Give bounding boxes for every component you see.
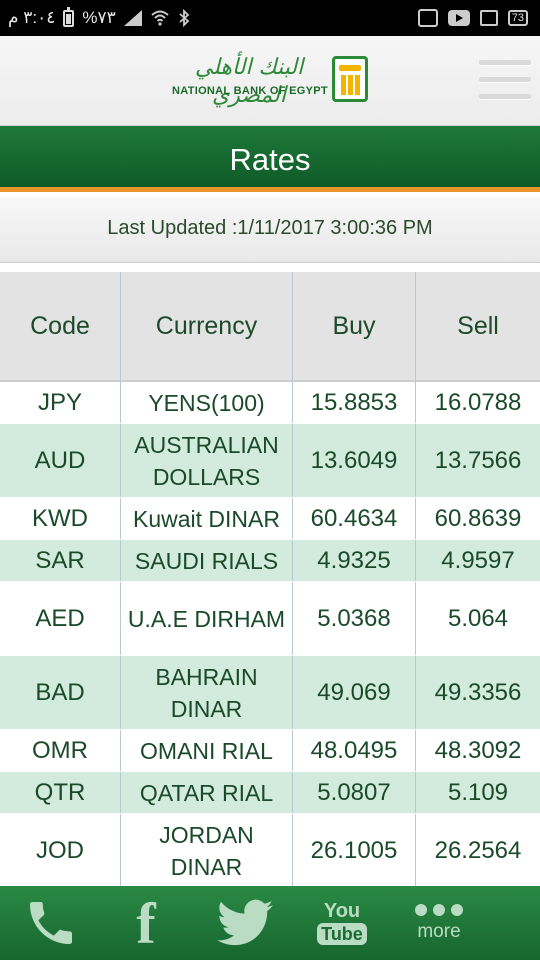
last-updated-text: Last Updated :1/11/2017 3:00:36 PM — [107, 217, 433, 239]
status-time: ٣:٠٤ م — [8, 8, 56, 27]
header-sell: Sell — [457, 311, 499, 340]
cell-code: AED — [0, 582, 121, 655]
status-battery-percent: %٧٣ — [82, 8, 116, 27]
battery-icon — [63, 6, 75, 27]
cell-currency: U.A.E DIRHAM — [121, 582, 293, 655]
header-buy: Buy — [293, 272, 416, 380]
cell-sell: 4.9597 — [441, 546, 515, 574]
menu-icon — [479, 60, 531, 65]
logo-english: NATIONAL BANK OF EGYPT — [172, 85, 328, 97]
cell-sell: 49.3356 — [434, 678, 522, 706]
page-title: Rates — [229, 142, 311, 177]
table-row: QTR QATAR RIAL 5.0807 5.109 — [0, 772, 540, 814]
cell-sell: 5.109 — [447, 778, 509, 806]
table-row: OMR OMANI RIAL 48.0495 48.3092 — [0, 730, 540, 772]
cell-currency: BAHRAIN DINAR — [121, 656, 293, 729]
youtube-tube-label: Tube — [317, 923, 367, 945]
bank-logo: البنك الأهلي المصري NATIONAL BANK OF EGY… — [170, 54, 370, 110]
cell-buy: 5.0807 — [293, 772, 416, 813]
cell-sell: 26.2564 — [434, 836, 522, 864]
wifi-icon — [151, 10, 169, 26]
cell-code: KWD — [0, 498, 121, 539]
menu-button[interactable] — [479, 60, 531, 102]
cell-code: QTR — [0, 772, 121, 813]
cell-buy: 4.9325 — [293, 540, 416, 581]
cell-sell: 60.8639 — [434, 504, 522, 532]
table-row: JPY YENS(100) 15.8853 16.0788 — [0, 382, 540, 424]
table-row: BAD BAHRAIN DINAR 49.069 49.3356 — [0, 656, 540, 730]
cell-code: AUD — [0, 424, 121, 497]
status-right: 73 — [417, 6, 528, 30]
youtube-notification-icon — [447, 10, 470, 26]
cell-buy: 13.6049 — [293, 424, 416, 497]
facebook-button[interactable]: f — [118, 886, 174, 960]
cell-code: OMR — [0, 730, 121, 771]
status-left: ٣:٠٤ م %٧٣ — [8, 6, 190, 30]
cell-sell: 16.0788 — [434, 388, 522, 416]
table-row: JOD JORDAN DINAR 26.1005 26.2564 — [0, 814, 540, 888]
title-bar: Rates — [0, 126, 540, 192]
cell-buy: 49.069 — [293, 656, 416, 729]
cell-buy: 15.8853 — [293, 382, 416, 423]
app-notification-icon — [417, 9, 438, 27]
facebook-icon: f — [136, 890, 156, 956]
phone-button[interactable] — [16, 886, 86, 960]
status-bar: ٣:٠٤ م %٧٣ 73 — [0, 0, 540, 36]
cell-currency: OMANI RIAL — [121, 730, 293, 771]
cell-currency: AUSTRALIAN DOLLARS — [121, 424, 293, 497]
bluetooth-icon — [179, 9, 190, 27]
phone-icon — [30, 902, 72, 944]
twitter-button[interactable] — [210, 886, 280, 960]
bottom-nav: f You Tube more — [0, 886, 540, 960]
cell-buy: 60.4634 — [293, 498, 416, 539]
cell-buy: 26.1005 — [293, 814, 416, 887]
cell-currency: YENS(100) — [121, 382, 293, 423]
logo-mark — [332, 56, 368, 102]
table-row: SAR SAUDI RIALS 4.9325 4.9597 — [0, 540, 540, 582]
cell-sell: 48.3092 — [434, 736, 522, 764]
image-notification-icon — [479, 10, 498, 26]
table-row: AUD AUSTRALIAN DOLLARS 13.6049 13.7566 — [0, 424, 540, 498]
table-header: Code Currency Buy Sell — [0, 272, 540, 382]
cell-currency: JORDAN DINAR — [121, 814, 293, 887]
cell-code: JOD — [0, 814, 121, 887]
youtube-icon: You — [323, 900, 361, 922]
last-updated-bar: Last Updated :1/11/2017 3:00:36 PM — [0, 197, 540, 263]
table-row: KWD Kuwait DINAR 60.4634 60.8639 — [0, 498, 540, 540]
more-button[interactable]: more — [404, 886, 474, 960]
cell-code: SAR — [0, 540, 121, 581]
logo-arabic: البنك الأهلي المصري — [194, 55, 304, 108]
cell-code: BAD — [0, 656, 121, 729]
cell-currency: Kuwait DINAR — [121, 498, 293, 539]
rates-table: Code Currency Buy Sell JPY YENS(100) 15.… — [0, 272, 540, 888]
signal-icon — [123, 10, 142, 26]
more-label: more — [417, 921, 461, 942]
cell-buy: 5.0368 — [293, 582, 416, 655]
twitter-icon — [217, 899, 273, 946]
header-currency: Currency — [121, 272, 293, 380]
cell-code: JPY — [0, 382, 121, 423]
cell-sell: 13.7566 — [434, 446, 522, 474]
cell-currency: SAUDI RIALS — [121, 540, 293, 581]
app-header: البنك الأهلي المصري NATIONAL BANK OF EGY… — [0, 36, 540, 126]
header-code: Code — [0, 272, 121, 380]
cell-sell: 5.064 — [447, 604, 509, 632]
more-icon — [415, 904, 463, 916]
table-row: AED U.A.E DIRHAM 5.0368 5.064 — [0, 582, 540, 656]
youtube-button[interactable]: You Tube — [310, 886, 374, 960]
cell-buy: 48.0495 — [293, 730, 416, 771]
battery-level-icon: 73 — [507, 10, 528, 26]
cell-currency: QATAR RIAL — [121, 772, 293, 813]
